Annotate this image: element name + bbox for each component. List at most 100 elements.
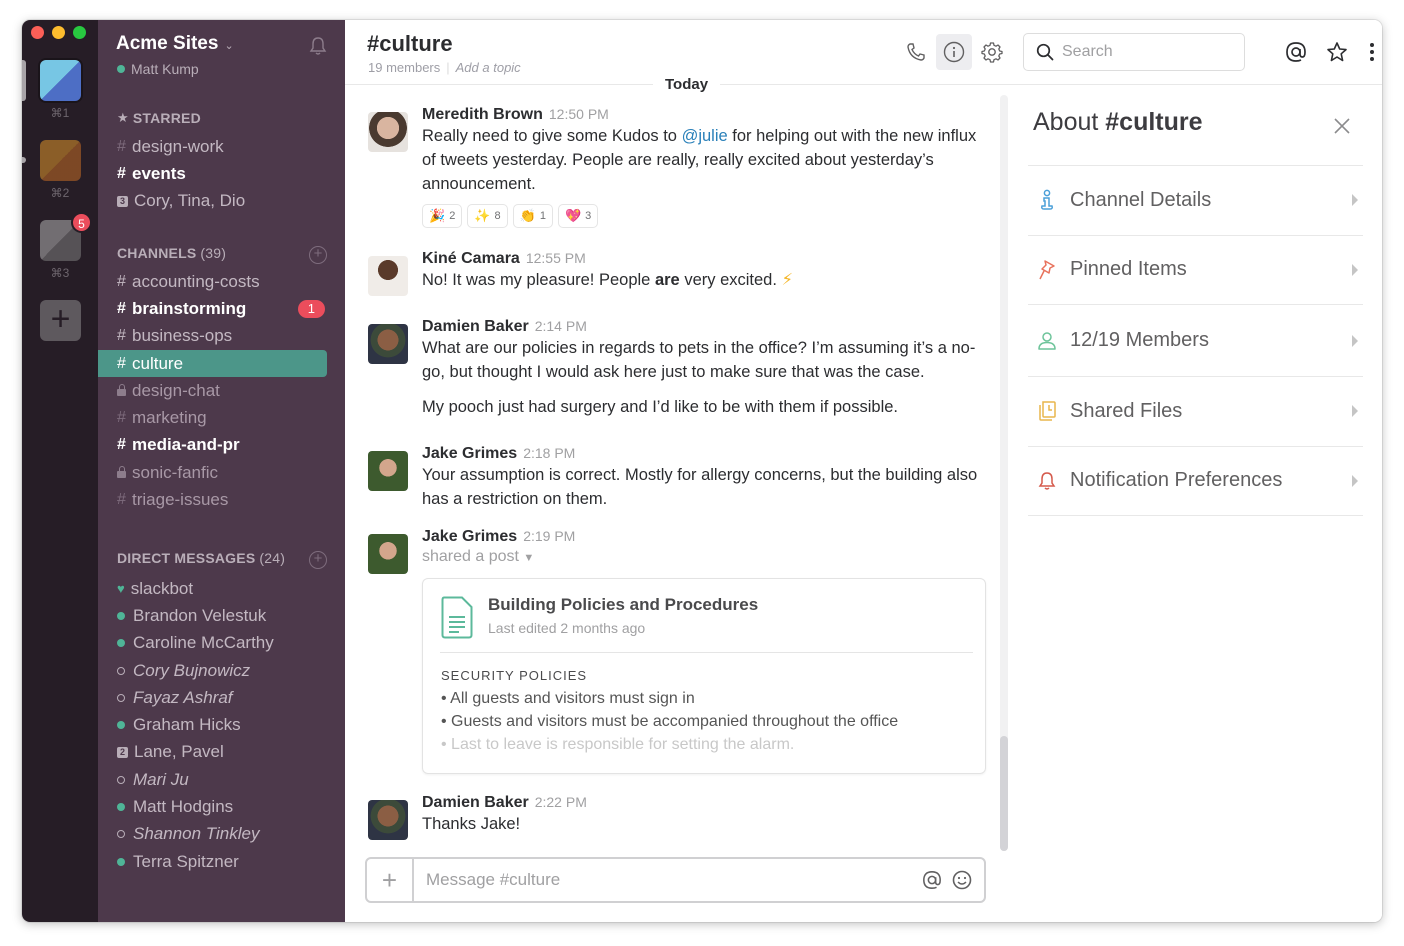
message-author[interactable]: Kiné Camara bbox=[422, 250, 520, 267]
avatar[interactable] bbox=[368, 451, 408, 491]
channel-meta: 19 members | Add a topic bbox=[368, 60, 521, 75]
channel-business-ops[interactable]: # business-ops bbox=[98, 323, 345, 350]
notification-preferences-item[interactable]: Notification Preferences bbox=[1028, 445, 1363, 516]
avatar[interactable] bbox=[368, 800, 408, 840]
dm-caroline-mccarthy[interactable]: Caroline McCarthy bbox=[98, 630, 345, 657]
dm-mari-ju[interactable]: Mari Ju bbox=[98, 766, 345, 793]
channel-settings-button[interactable] bbox=[974, 34, 1010, 70]
message-author[interactable]: Damien Baker bbox=[422, 794, 529, 811]
chevron-right-icon bbox=[1352, 334, 1358, 347]
caret-down-icon: ▼ bbox=[523, 552, 535, 564]
channel-accounting-costs[interactable]: # accounting-costs bbox=[98, 268, 345, 295]
maximize-window-button[interactable] bbox=[73, 26, 86, 39]
away-icon bbox=[117, 830, 125, 839]
group-count-icon: 2 bbox=[117, 746, 128, 758]
dm-lane-pavel[interactable]: 2 Lane, Pavel bbox=[98, 739, 345, 766]
chevron-right-icon bbox=[1352, 474, 1358, 487]
mention-button[interactable] bbox=[918, 870, 946, 890]
pane-divider bbox=[1028, 515, 1363, 516]
active-team-indicator bbox=[22, 60, 26, 101]
message-text: What are our policies in regards to pets… bbox=[422, 339, 976, 381]
channel-design-chat[interactable]: design-chat bbox=[98, 377, 345, 404]
dm-slackbot[interactable]: ♥ slackbot bbox=[98, 575, 345, 602]
dm-matt-hodgins[interactable]: Matt Hodgins bbox=[98, 793, 345, 820]
channel-brainstorming[interactable]: # brainstorming 1 bbox=[98, 295, 345, 322]
starred-item-design-work[interactable]: # design-work bbox=[98, 133, 345, 160]
message-author[interactable]: Meredith Brown bbox=[422, 106, 543, 123]
shared-post-label[interactable]: shared a post ▼ bbox=[422, 548, 992, 566]
add-topic-link[interactable]: Add a topic bbox=[456, 60, 521, 75]
attach-button[interactable]: + bbox=[367, 859, 414, 901]
shared-post-card[interactable]: Building Policies and Procedures Last ed… bbox=[422, 578, 986, 774]
dm-terra-spitzner[interactable]: Terra Spitzner bbox=[98, 848, 345, 875]
team-icon-1[interactable] bbox=[40, 60, 81, 101]
person-icon bbox=[1038, 331, 1056, 350]
channel-info-button[interactable] bbox=[936, 34, 972, 70]
day-divider: Today bbox=[653, 76, 721, 93]
message-timestamp[interactable]: 2:22 PM bbox=[535, 794, 587, 810]
channel-culture[interactable]: # culture bbox=[98, 349, 327, 378]
message-timestamp[interactable]: 2:14 PM bbox=[535, 318, 587, 334]
message-author[interactable]: Jake Grimes bbox=[422, 528, 517, 545]
direct-messages-heading[interactable]: DIRECT MESSAGES (24) bbox=[117, 550, 285, 566]
starred-item-events[interactable]: # events bbox=[98, 160, 345, 187]
minimize-window-button[interactable] bbox=[52, 26, 65, 39]
dm-cory-bujnowicz[interactable]: Cory Bujnowicz bbox=[98, 657, 345, 684]
avatar[interactable] bbox=[368, 112, 408, 152]
emoji-button[interactable] bbox=[948, 870, 976, 890]
reaction-sparkling-heart[interactable]: 💖 3 bbox=[557, 204, 599, 228]
reaction-clap[interactable]: 👏 1 bbox=[512, 204, 553, 228]
scrollbar-thumb[interactable] bbox=[1000, 736, 1008, 851]
post-title[interactable]: Building Policies and Procedures bbox=[488, 595, 758, 615]
message-author[interactable]: Jake Grimes bbox=[422, 445, 517, 462]
user-mention[interactable]: @julie bbox=[682, 127, 728, 145]
dm-fayaz-ashraf[interactable]: Fayaz Ashraf bbox=[98, 684, 345, 711]
message-author[interactable]: Damien Baker bbox=[422, 318, 529, 335]
plus-icon: + bbox=[50, 300, 71, 338]
current-user[interactable]: Matt Kump bbox=[117, 61, 199, 77]
avatar[interactable] bbox=[368, 534, 408, 574]
avatar[interactable] bbox=[368, 324, 408, 364]
team-name: Acme Sites bbox=[116, 33, 219, 54]
chevron-right-icon bbox=[1352, 194, 1358, 207]
reaction-sparkles[interactable]: ✨ 8 bbox=[467, 204, 508, 228]
starred-item-group-dm[interactable]: 3 Cory, Tina, Dio bbox=[98, 188, 345, 215]
add-team-button[interactable]: + bbox=[40, 300, 81, 341]
call-button[interactable] bbox=[898, 34, 934, 70]
member-count[interactable]: 19 members bbox=[368, 60, 440, 75]
team-shortcut-2: ⌘2 bbox=[50, 186, 70, 200]
dm-brandon-velestuk[interactable]: Brandon Velestuk bbox=[98, 602, 345, 629]
channel-triage-issues[interactable]: # triage-issues bbox=[98, 486, 345, 513]
close-icon[interactable] bbox=[1333, 117, 1351, 135]
pinned-items-item[interactable]: Pinned Items bbox=[1028, 234, 1363, 305]
team-icon-2[interactable] bbox=[40, 140, 81, 181]
team-unread-badge: 5 bbox=[71, 212, 92, 233]
message-scrollbar[interactable] bbox=[1000, 95, 1008, 851]
dm-graham-hicks[interactable]: Graham Hicks bbox=[98, 711, 345, 738]
message-timestamp[interactable]: 12:55 PM bbox=[526, 250, 586, 266]
heart-icon: ♥ bbox=[117, 581, 125, 597]
members-item[interactable]: 12/19 Members bbox=[1028, 304, 1363, 376]
channel-list: # accounting-costs # brainstorming 1 # b… bbox=[98, 268, 345, 514]
team-menu[interactable]: Acme Sites ⌄ bbox=[116, 33, 234, 55]
add-channel-button[interactable]: + bbox=[309, 246, 327, 264]
bell-icon bbox=[1038, 471, 1056, 490]
team-shortcut-3: ⌘3 bbox=[50, 266, 70, 280]
channels-heading[interactable]: CHANNELS (39) bbox=[117, 245, 226, 261]
message-timestamp[interactable]: 12:50 PM bbox=[549, 106, 609, 122]
channel-sonic-fanfic[interactable]: sonic-fanfic bbox=[98, 459, 345, 486]
message-timestamp[interactable]: 2:19 PM bbox=[523, 528, 575, 544]
bell-icon[interactable] bbox=[309, 36, 327, 56]
message-timestamp[interactable]: 2:18 PM bbox=[523, 445, 575, 461]
dm-shannon-tinkley[interactable]: Shannon Tinkley bbox=[98, 821, 345, 848]
channel-details-item[interactable]: Channel Details bbox=[1028, 165, 1363, 235]
channel-media-and-pr[interactable]: # media-and-pr bbox=[98, 432, 345, 459]
add-dm-button[interactable]: + bbox=[309, 551, 327, 569]
post-bullet: • Last to leave is responsible for setti… bbox=[441, 736, 795, 753]
channel-marketing[interactable]: # marketing bbox=[98, 404, 345, 431]
avatar[interactable] bbox=[368, 256, 408, 296]
message-input[interactable] bbox=[414, 870, 918, 890]
shared-files-item[interactable]: Shared Files bbox=[1028, 376, 1363, 446]
close-window-button[interactable] bbox=[31, 26, 44, 39]
reaction-tada[interactable]: 🎉 2 bbox=[422, 204, 463, 228]
